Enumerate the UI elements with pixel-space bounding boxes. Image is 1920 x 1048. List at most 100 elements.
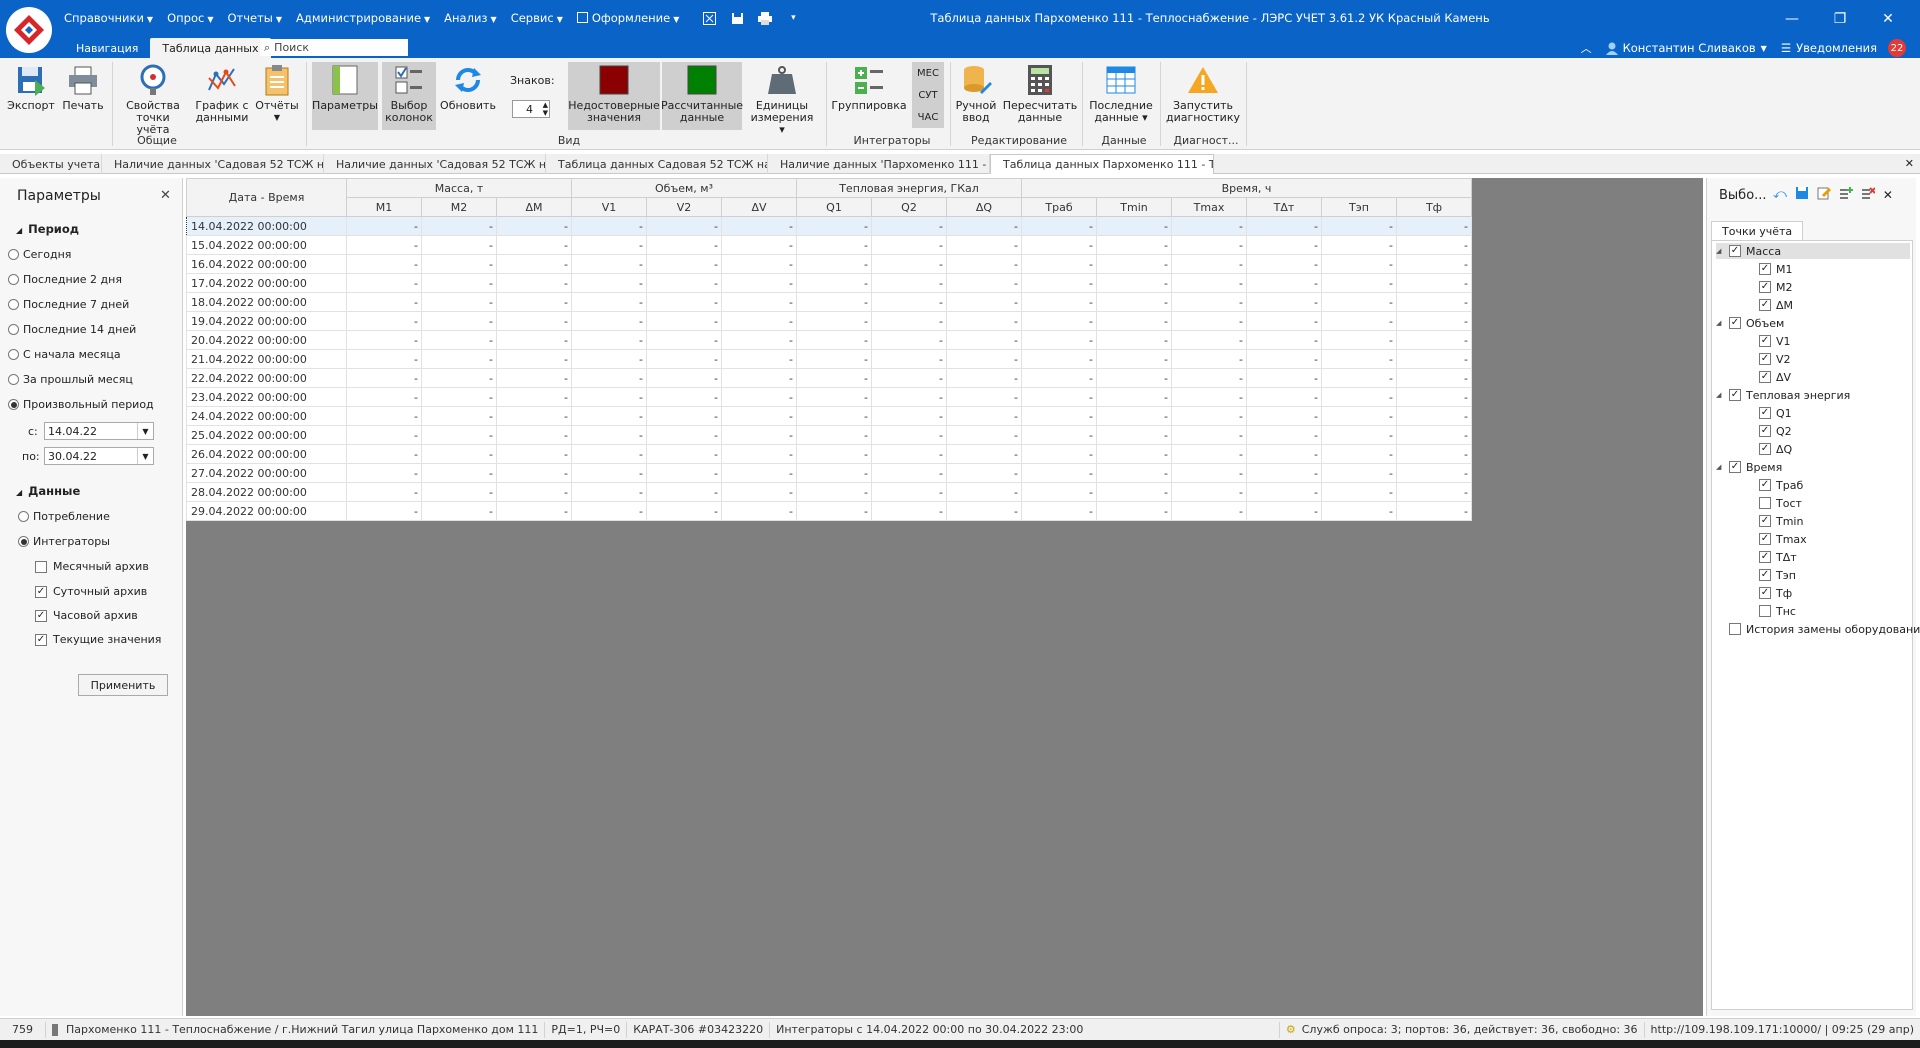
units-button[interactable]: Единицы измерения ▾ (748, 62, 816, 136)
value-cell[interactable]: - (496, 501, 572, 521)
value-cell[interactable]: - (946, 330, 1022, 350)
value-cell[interactable]: - (946, 216, 1022, 236)
value-cell[interactable]: - (1096, 444, 1172, 464)
value-cell[interactable]: - (871, 330, 947, 350)
value-cell[interactable]: - (571, 330, 647, 350)
value-cell[interactable]: - (796, 216, 872, 236)
close-all-tabs-icon[interactable]: ✕ (1905, 157, 1914, 170)
value-cell[interactable]: - (1321, 349, 1397, 369)
tree-node[interactable]: ◢ ✓ Тепловая энергия (1716, 387, 1850, 403)
value-cell[interactable]: - (1171, 444, 1247, 464)
tree-node[interactable]: Tост (1746, 495, 1802, 511)
table-row[interactable]: 20.04.2022 00:00:00- - - - - - - - - - - - - - - (186, 330, 1472, 350)
value-cell[interactable]: - (421, 330, 497, 350)
value-cell[interactable]: - (1021, 463, 1097, 483)
value-cell[interactable]: - (496, 368, 572, 388)
value-cell[interactable]: - (1171, 330, 1247, 350)
value-cell[interactable]: - (346, 425, 422, 445)
value-cell[interactable]: - (721, 425, 797, 445)
add-item-icon[interactable] (1839, 186, 1853, 203)
value-cell[interactable]: - (496, 387, 572, 407)
save-selection-icon[interactable] (1795, 186, 1809, 203)
excel-icon[interactable] (701, 11, 717, 25)
value-cell[interactable]: - (1321, 463, 1397, 483)
digits-spinner[interactable]: 4 ▲ ▼ (512, 100, 550, 118)
value-cell[interactable]: - (796, 406, 872, 426)
value-cell[interactable]: - (1246, 482, 1322, 502)
checkbox[interactable]: ✓ (1759, 479, 1771, 491)
value-cell[interactable]: - (421, 501, 497, 521)
value-cell[interactable]: - (1246, 235, 1322, 255)
value-cell[interactable]: - (1321, 311, 1397, 331)
value-cell[interactable]: - (1171, 235, 1247, 255)
value-cell[interactable]: - (1021, 311, 1097, 331)
table-row[interactable]: 29.04.2022 00:00:00- - - - - - - - - - - - - - - (186, 501, 1472, 521)
value-cell[interactable]: - (1021, 444, 1097, 464)
interval-hour-button[interactable]: ЧАС (918, 112, 939, 123)
checkbox[interactable]: ✓ (1759, 407, 1771, 419)
data-section-header[interactable]: ◢ Данные (16, 484, 80, 498)
point-properties-button[interactable]: Свойства точки учёта (120, 62, 186, 136)
run-diagnostics-button[interactable]: Запустить диагностику (1166, 62, 1240, 124)
value-cell[interactable]: - (571, 216, 647, 236)
tree-node[interactable]: ✓ M1 (1746, 261, 1793, 277)
value-cell[interactable]: - (571, 444, 647, 464)
menu-admin[interactable]: Администрирование ▼ (296, 11, 430, 25)
checkbox[interactable]: ✓ (1729, 317, 1741, 329)
column-header[interactable]: V1 (571, 197, 647, 217)
value-cell[interactable]: - (646, 406, 722, 426)
notifications-button[interactable]: ☰ Уведомления 22 (1781, 39, 1906, 57)
to-date-field[interactable]: 30.04.22 ▼ (44, 447, 154, 465)
value-cell[interactable]: - (421, 235, 497, 255)
value-cell[interactable]: - (346, 463, 422, 483)
value-cell[interactable]: - (1021, 235, 1097, 255)
print-icon[interactable] (757, 11, 773, 25)
table-row[interactable]: 21.04.2022 00:00:00- - - - - - - - - - - - - - - (186, 349, 1472, 369)
value-cell[interactable]: - (721, 482, 797, 502)
value-cell[interactable]: - (346, 235, 422, 255)
value-cell[interactable]: - (1321, 368, 1397, 388)
column-header[interactable]: Tmin (1096, 197, 1172, 217)
value-cell[interactable]: - (421, 292, 497, 312)
value-cell[interactable]: - (1396, 482, 1472, 502)
date-cell[interactable]: 27.04.2022 00:00:00 (186, 463, 347, 483)
value-cell[interactable]: - (946, 501, 1022, 521)
value-cell[interactable]: - (721, 501, 797, 521)
value-cell[interactable]: - (1246, 387, 1322, 407)
value-cell[interactable]: - (871, 311, 947, 331)
table-row[interactable]: 15.04.2022 00:00:00- - - - - - - - - - - - - - - (186, 235, 1472, 255)
value-cell[interactable]: - (1396, 387, 1472, 407)
value-cell[interactable]: - (1396, 330, 1472, 350)
value-cell[interactable]: - (1096, 501, 1172, 521)
tree-node[interactable]: ✓ Q2 (1746, 423, 1792, 439)
checkbox[interactable] (1759, 497, 1771, 509)
value-cell[interactable]: - (1321, 425, 1397, 445)
date-cell[interactable]: 22.04.2022 00:00:00 (186, 368, 347, 388)
value-cell[interactable]: - (421, 311, 497, 331)
value-cell[interactable]: - (496, 216, 572, 236)
value-cell[interactable]: - (571, 235, 647, 255)
value-cell[interactable]: - (1096, 311, 1172, 331)
unreliable-values-button[interactable]: Недостоверные значения (568, 62, 660, 130)
value-cell[interactable]: - (946, 444, 1022, 464)
value-cell[interactable]: - (1171, 482, 1247, 502)
value-cell[interactable]: - (1321, 292, 1397, 312)
value-cell[interactable]: - (1396, 216, 1472, 236)
value-cell[interactable]: - (721, 349, 797, 369)
date-cell[interactable]: 16.04.2022 00:00:00 (186, 254, 347, 274)
value-cell[interactable]: - (796, 235, 872, 255)
value-cell[interactable]: - (1171, 368, 1247, 388)
value-cell[interactable]: - (871, 235, 947, 255)
value-cell[interactable]: - (721, 463, 797, 483)
checkbox[interactable]: ✓ (1729, 245, 1741, 257)
period-last-2-days[interactable]: Последние 2 дня (8, 273, 122, 286)
date-cell[interactable]: 20.04.2022 00:00:00 (186, 330, 347, 350)
value-cell[interactable]: - (496, 406, 572, 426)
value-cell[interactable]: - (871, 482, 947, 502)
value-cell[interactable]: - (346, 368, 422, 388)
value-cell[interactable]: - (721, 235, 797, 255)
value-cell[interactable]: - (1171, 425, 1247, 445)
value-cell[interactable]: - (946, 368, 1022, 388)
column-header[interactable]: Tф (1396, 197, 1472, 217)
value-cell[interactable]: - (1321, 387, 1397, 407)
